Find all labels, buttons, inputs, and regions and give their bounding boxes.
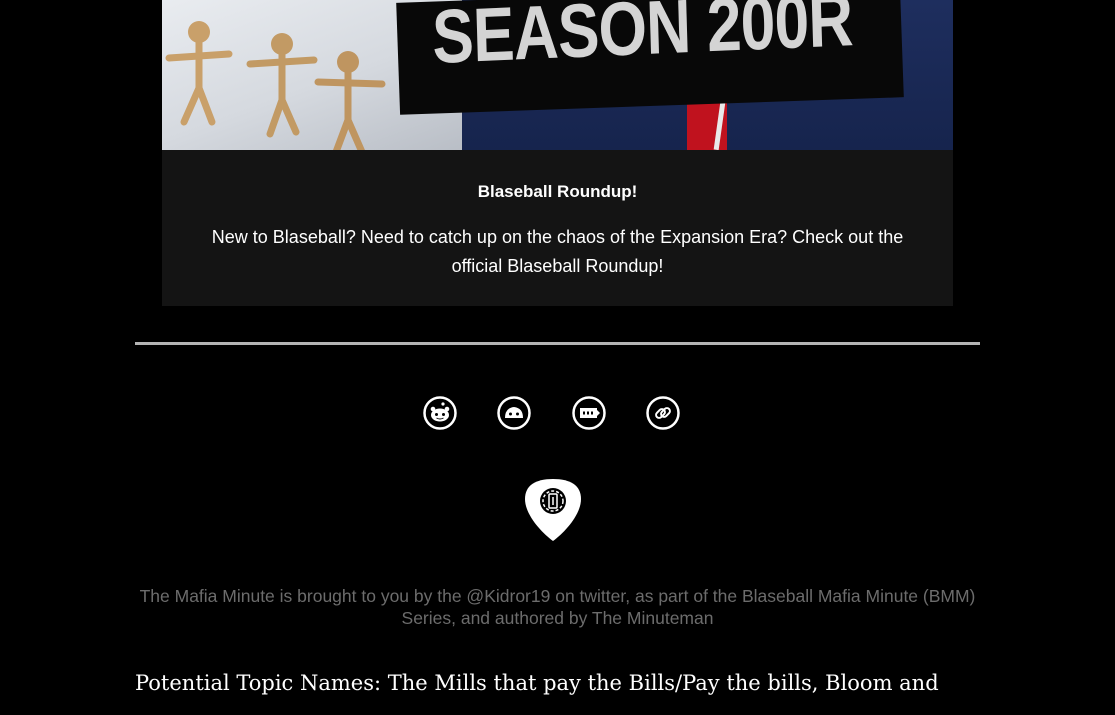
twitch-icon[interactable] (572, 396, 606, 430)
roundup-card: Blaseball Roundup! New to Blaseball? Nee… (162, 150, 953, 306)
discord-icon[interactable] (497, 396, 531, 430)
topic-names-text: Potential Topic Names: The Mills that pa… (135, 671, 939, 695)
card-body: New to Blaseball? Need to catch up on th… (211, 227, 904, 276)
hero-image[interactable]: SEASON 200R (162, 0, 953, 150)
wooden-figure-icon (312, 48, 387, 150)
footer-credit: The Mafia Minute is brought to you by th… (139, 586, 976, 628)
guitar-pick-logo-icon[interactable] (524, 477, 582, 543)
wooden-figure-icon (164, 18, 234, 128)
divider (135, 342, 980, 345)
card-title: Blaseball Roundup! (477, 182, 638, 201)
wooden-figure-icon (244, 30, 319, 140)
link-icon[interactable] (646, 396, 680, 430)
reddit-icon[interactable] (423, 396, 457, 430)
social-links (0, 396, 1115, 436)
